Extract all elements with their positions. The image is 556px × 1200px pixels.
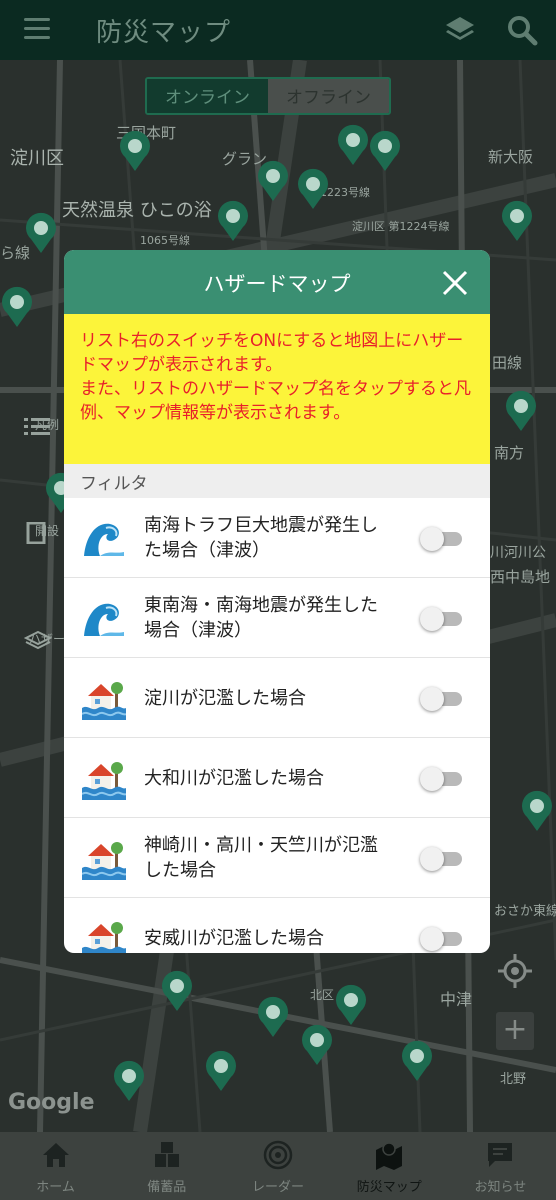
evacuation-pin-icon[interactable]	[336, 124, 370, 166]
evacuation-pin-icon[interactable]	[368, 130, 402, 172]
home-icon	[42, 1143, 69, 1167]
hazard-toggle-switch[interactable]	[420, 687, 464, 711]
instruction-notice: リスト右のスイッチをONにすると地図上にハザードマップが表示されます。 また、リ…	[64, 314, 490, 464]
map-label-kawa: 川河川公	[490, 545, 546, 561]
bottom-navigation: ホーム 備蓄品 レーダー 防災マップ お知らせ	[0, 1132, 556, 1200]
hazard-toggle-switch[interactable]	[420, 847, 464, 871]
nav-news[interactable]: お知らせ	[445, 1132, 556, 1200]
evacuation-pin-icon[interactable]	[118, 130, 152, 172]
map-label-onsen: 天然温泉 ひこの浴	[62, 200, 212, 221]
nav-home[interactable]: ホーム	[0, 1132, 111, 1200]
hazard-list-item[interactable]: 南海トラフ巨大地震が発生した場合（津波）	[64, 498, 490, 578]
evacuation-pin-icon[interactable]	[500, 200, 534, 242]
hazard-list-item[interactable]: 東南海・南海地震が発生した場合（津波）	[64, 578, 490, 658]
map-label-route-1224: 淀川区 第1224号線	[352, 220, 450, 233]
nav-supplies[interactable]: 備蓄品	[111, 1132, 222, 1200]
hazard-toggle-switch[interactable]	[420, 527, 464, 551]
evacuation-pin-icon[interactable]	[504, 390, 538, 432]
map-label-nishinaka: 西中島地	[490, 568, 551, 586]
filter-label: フィルタ	[80, 474, 148, 494]
supplies-box-icon	[154, 1142, 179, 1167]
evacuation-pin-icon[interactable]	[520, 790, 554, 832]
hazard-toggle-switch[interactable]	[420, 927, 464, 951]
hazard-toggle-switch[interactable]	[420, 607, 464, 631]
flooded-house-icon	[82, 682, 126, 720]
tsunami-wave-icon	[82, 516, 126, 560]
nav-home-label: ホーム	[36, 1180, 75, 1195]
flooded-house-icon	[82, 762, 126, 800]
tsunami-wave-icon	[82, 596, 126, 640]
hazard-list-item[interactable]: 大和川が氾濫した場合	[64, 738, 490, 818]
map-label-shin-osaka: 新大阪	[488, 148, 534, 166]
google-logo: Google	[8, 1090, 95, 1115]
evacuation-pin-icon[interactable]	[256, 996, 290, 1038]
evacuation-pin-icon[interactable]	[216, 200, 250, 242]
map-label-kita-ku: 北区	[310, 988, 335, 1002]
hamburger-menu-icon[interactable]	[24, 18, 50, 40]
online-mode-button[interactable]: オンライン	[147, 79, 268, 113]
evacuation-pin-icon[interactable]	[256, 160, 290, 202]
hazard-list-item[interactable]: 神崎川・高川・天竺川が氾濫した場合	[64, 818, 490, 898]
nav-supplies-label: 備蓄品	[147, 1180, 187, 1195]
hazard-list-item[interactable]: 淀川が氾濫した場合	[64, 658, 490, 738]
dialog-header: ハザードマップ	[64, 250, 490, 314]
evacuation-pin-icon[interactable]	[0, 286, 34, 328]
evacuation-pin-icon[interactable]	[300, 1024, 334, 1066]
evacuation-pin-icon[interactable]	[296, 168, 330, 210]
map-label-route-1065: 1065号線	[140, 234, 190, 247]
evacuation-pin-icon[interactable]	[24, 212, 58, 254]
dialog-title: ハザードマップ	[203, 272, 351, 296]
hazard-item-label: 神崎川・高川・天竺川が氾濫した場合	[144, 835, 378, 881]
hazard-map-list[interactable]: 南海トラフ巨大地震が発生した場合（津波） 東南海・南海地震が発生した場合（津波）	[64, 498, 490, 953]
current-location-icon[interactable]	[496, 952, 534, 990]
evacuation-pin-icon[interactable]	[334, 984, 368, 1026]
radar-icon	[263, 1140, 293, 1170]
nav-radar[interactable]: レーダー	[222, 1132, 333, 1200]
nav-bousai-map-label: 防災マップ	[356, 1180, 422, 1195]
evacuation-pin-icon[interactable]	[112, 1060, 146, 1102]
hazard-item-label: 大和川が氾濫した場合	[144, 767, 324, 789]
map-label-sen: 田線	[492, 354, 523, 372]
notice-line-1: リスト右のスイッチをONにすると地図上にハザードマップが表示されます。	[80, 331, 464, 375]
close-icon[interactable]	[440, 268, 470, 298]
hazard-item-label: 東南海・南海地震が発生した場合（津波）	[144, 595, 378, 641]
app-title: 防災マップ	[96, 18, 232, 48]
search-icon[interactable]	[506, 14, 538, 46]
flooded-house-icon	[82, 842, 126, 880]
hazard-map-dialog: ハザードマップ リスト右のスイッチをONにすると地図上にハザードマップが表示され…	[64, 250, 490, 953]
hazard-item-label: 南海トラフ巨大地震が発生した場合（津波）	[144, 515, 378, 561]
app-header: 防災マップ	[0, 0, 556, 60]
evacuation-pin-icon[interactable]	[160, 970, 194, 1012]
map-label-yodogawa-ku: 淀川区	[10, 148, 64, 169]
hazard-item-label: 淀川が氾濫した場合	[144, 687, 306, 709]
map-label-minami-kata: 南方	[494, 444, 525, 462]
evacuation-pin-icon[interactable]	[204, 1050, 238, 1092]
map-label-nakatsu: 中津	[440, 990, 473, 1009]
nav-radar-label: レーダー	[252, 1180, 305, 1195]
map-label-osaka-higashi: おさか東線	[494, 904, 556, 919]
layers-stack-icon	[24, 630, 52, 650]
flooded-house-icon	[82, 922, 126, 953]
list-icon	[24, 418, 50, 435]
map-marker-icon	[376, 1142, 403, 1170]
online-offline-toggle[interactable]: オンライン オフライン	[145, 77, 391, 115]
map-label-kitano: 北野	[500, 1072, 527, 1087]
hazard-toggle-switch[interactable]	[420, 767, 464, 791]
message-icon	[488, 1143, 513, 1167]
door-icon	[26, 522, 46, 544]
nav-news-label: お知らせ	[474, 1180, 527, 1195]
evacuation-pin-icon[interactable]	[400, 1040, 434, 1082]
zoom-in-button[interactable]: +	[496, 1012, 534, 1050]
nav-bousai-map[interactable]: 防災マップ	[334, 1132, 445, 1200]
layers-icon[interactable]	[444, 14, 476, 46]
hazard-item-label: 安威川が氾濫した場合	[144, 927, 324, 949]
hazard-list-item[interactable]: 安威川が氾濫した場合	[64, 898, 490, 953]
filter-header[interactable]: フィルタ	[64, 464, 490, 498]
offline-mode-button[interactable]: オフライン	[268, 79, 389, 113]
notice-line-2: また、リストのハザードマップ名をタップすると凡例、マップ情報等が表示されます。	[80, 379, 471, 423]
